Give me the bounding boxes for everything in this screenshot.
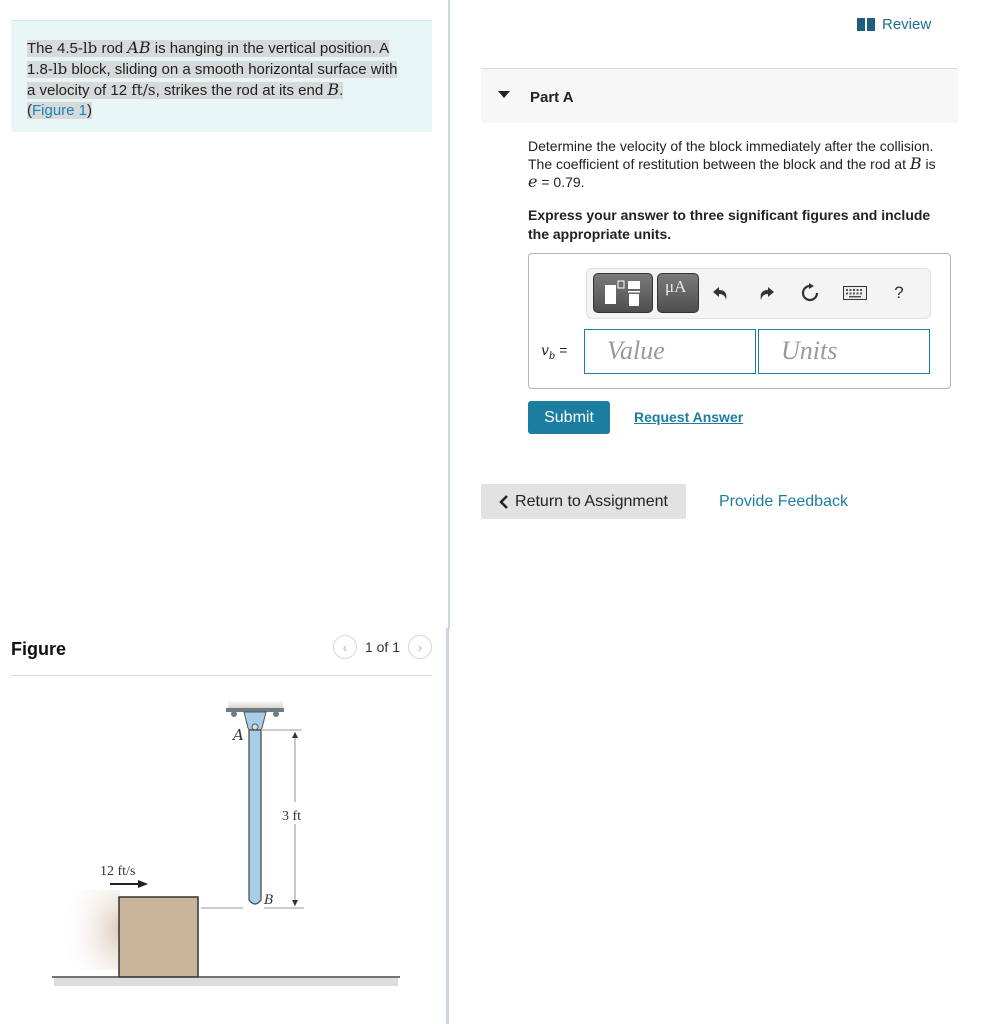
figure-title: Figure [11,639,67,659]
var-name: v [541,343,549,359]
reset-button[interactable] [796,279,824,307]
ground-texture [54,978,398,986]
ceiling [228,700,283,708]
figure-link[interactable]: Figure 1 [32,102,87,119]
keyboard-button[interactable] [841,279,869,307]
problem-statement: The 4.5-lb rod AB is hanging in the vert… [11,20,432,132]
text: rod [97,40,128,57]
units-button[interactable]: μA [657,273,699,313]
var-sub: b [548,350,556,362]
part-title: Part A [530,89,574,106]
figure-diagram: A B 3 ft 12 ft/s [40,690,420,1010]
variable-label: vb = [541,342,567,362]
unit-fts: ft/s [131,81,156,99]
equals-sign: = [559,342,568,358]
collapse-caret-icon[interactable] [498,91,510,98]
label-A: A [231,726,244,744]
text: 1.8- [27,61,53,78]
text: ) [87,102,93,119]
unit-lb: lb [82,39,98,57]
rod [248,729,262,905]
pin-A [251,723,259,731]
undo-button[interactable] [707,279,735,307]
problem-text: The 4.5-lb rod AB is hanging in the vert… [27,38,416,121]
review-label: Review [882,16,932,33]
point-B: B [909,154,922,173]
text: = 0.79. [537,174,585,190]
text: , strikes the rod at its end [155,82,328,99]
rod-block-diagram: A B 3 ft 12 ft/s [52,700,400,986]
text: Determine the velocity of the block imme… [528,138,934,172]
figure-header: Figure ‹ 1 of 1 › [11,635,432,676]
text: a velocity of 12 [27,82,132,99]
templates-button[interactable] [593,273,653,313]
help-button[interactable]: ? [885,279,913,307]
velocity-label: 12 ft/s [100,864,135,879]
units-button-label: μA [665,277,687,296]
block [118,896,199,978]
value-input[interactable]: Value [584,329,756,374]
motion-blur [60,890,120,970]
text: block, sliding on a smooth horizontal su… [67,61,398,78]
help-icon: ? [894,283,904,302]
return-label: Return to Assignment [515,492,668,510]
units-input[interactable]: Units [758,329,930,374]
part-a-header[interactable]: Part A [481,68,958,123]
redo-button[interactable] [752,279,780,307]
unit-lb: lb [52,60,68,78]
request-answer-link[interactable]: Request Answer [634,409,743,425]
panel-divider [448,0,450,630]
redo-icon [760,287,774,300]
book-icon [857,18,875,31]
bolt-right [273,711,279,717]
bolt-left [231,711,237,717]
text: is hanging in the vertical position. A [150,40,390,57]
review-link[interactable]: Review [857,16,931,33]
text: . [339,82,344,99]
chevron-left-icon: ‹ [342,639,348,655]
instruction-text: Express your answer to three significant… [528,207,931,242]
end-name: B [327,80,340,99]
return-to-assignment-button[interactable]: Return to Assignment [481,484,686,519]
reset-icon [801,283,819,302]
text: The 4.5- [27,40,83,57]
dim-arrow-down [292,900,298,906]
value-placeholder: Value [607,336,665,365]
submit-button[interactable]: Submit [528,401,610,434]
math-toolbar: μA ? [586,268,931,319]
next-figure-button[interactable]: › [408,635,432,659]
rod-name: AB [127,38,151,57]
answer-box: μA ? vb = Value Units [528,253,951,389]
figure-pager: ‹ 1 of 1 › [332,635,432,659]
keyboard-icon [843,286,867,300]
dimension-label: 3 ft [282,809,301,824]
templates-icon [605,280,640,306]
label-B: B [263,893,274,908]
panel-divider-scroll[interactable] [446,628,449,1024]
chevron-left-icon [499,494,508,509]
units-placeholder: Units [781,336,838,365]
text: is [921,156,936,172]
chevron-right-icon: › [417,639,423,655]
undo-icon [713,287,727,300]
provide-feedback-link[interactable]: Provide Feedback [719,493,848,511]
question-text: Determine the velocity of the block imme… [528,137,948,191]
dim-arrow-up [292,732,298,738]
pager-text: 1 of 1 [364,639,400,655]
velocity-arrowhead [138,880,148,888]
prev-figure-button[interactable]: ‹ [332,635,357,659]
